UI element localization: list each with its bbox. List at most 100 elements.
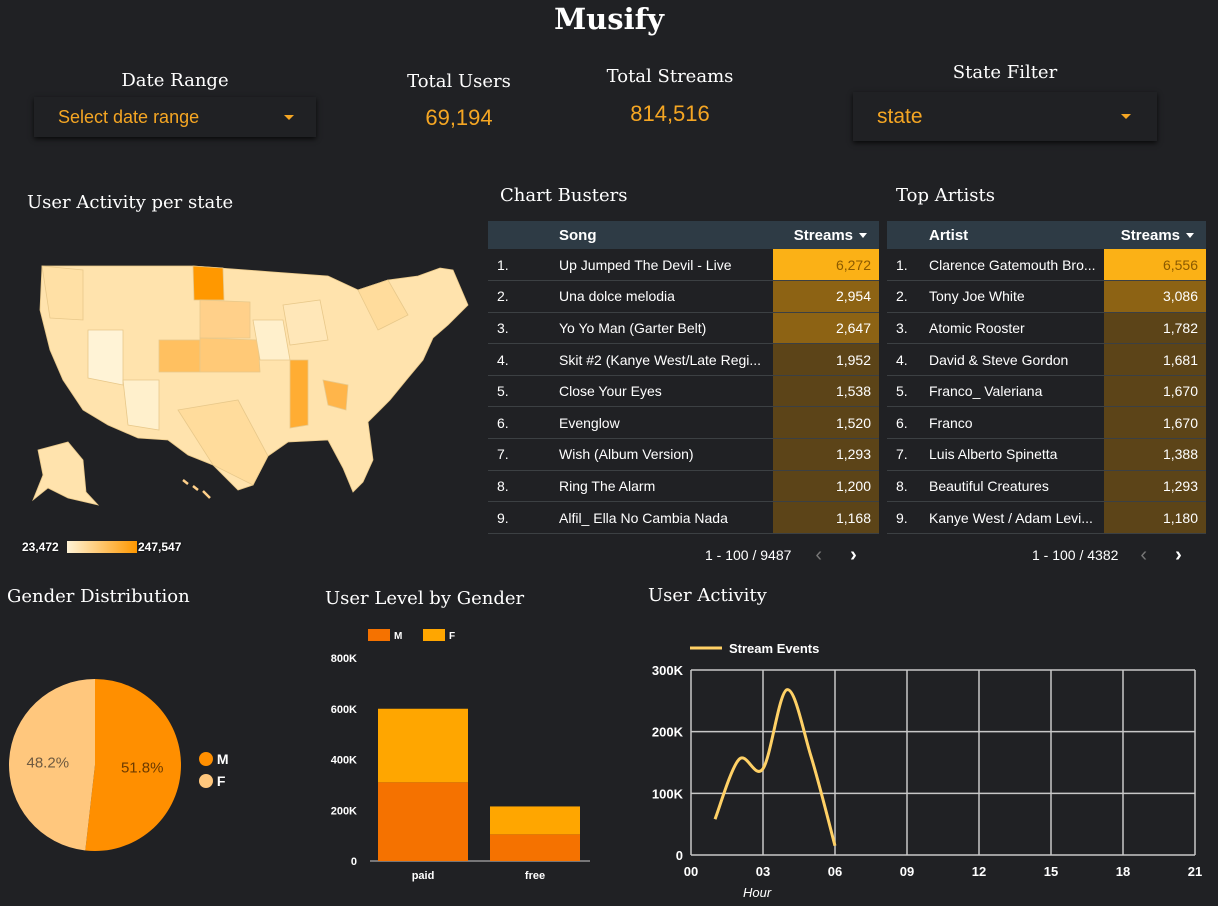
- series-line-stream-events: [713, 688, 837, 847]
- song-column-header[interactable]: Song: [550, 221, 773, 249]
- row-rank: 6.: [887, 406, 920, 440]
- map-title: User Activity per state: [27, 192, 234, 213]
- chevron-right-icon[interactable]: ›: [850, 544, 857, 567]
- legend-swatch-m: [368, 629, 390, 641]
- table-row[interactable]: 1. Clarence Gatemouth Bro... 6,556: [887, 249, 1206, 282]
- row-rank: 9.: [887, 501, 920, 534]
- table-row[interactable]: 2. Una dolce melodia 2,954: [488, 280, 879, 313]
- sort-desc-icon: [859, 233, 867, 239]
- row-rank: 8.: [488, 470, 550, 503]
- row-rank: 1.: [887, 249, 920, 282]
- total-users-label: Total Users: [407, 71, 511, 92]
- y-tick-label: 800K: [331, 653, 357, 665]
- table-row[interactable]: 5. Franco_ Valeriana 1,670: [887, 375, 1206, 408]
- row-rank: 3.: [887, 312, 920, 345]
- row-streams: 1,538: [773, 375, 879, 408]
- bar-free-m: [490, 834, 580, 861]
- table-row[interactable]: 4. David & Steve Gordon 1,681: [887, 343, 1206, 376]
- row-streams: 1,168: [773, 501, 879, 534]
- row-streams: 1,388: [1104, 438, 1206, 471]
- table-row[interactable]: 3. Yo Yo Man (Garter Belt) 2,647: [488, 312, 879, 345]
- legend-swatch-m: [199, 752, 213, 766]
- row-rank: 3.: [488, 312, 550, 345]
- top-artists-pager: 1 - 100 / 4382 ‹ ›: [1032, 544, 1182, 567]
- state-filter-label: State Filter: [952, 62, 1058, 83]
- row-name: Luis Alberto Spinetta: [920, 438, 1104, 471]
- row-streams: 6,556: [1104, 249, 1206, 282]
- row-name: Skit #2 (Kanye West/Late Regi...: [550, 343, 773, 376]
- artist-column-header[interactable]: Artist: [920, 221, 1104, 249]
- row-name: Ring The Alarm: [550, 470, 773, 503]
- pie-label-m: 51.8%: [121, 760, 164, 777]
- x-axis-label: Hour: [743, 885, 772, 900]
- date-range-label: Date Range: [121, 70, 229, 91]
- pie-label-f: 48.2%: [27, 754, 70, 771]
- row-name: Clarence Gatemouth Bro...: [920, 249, 1104, 282]
- y-tick-label: 200K: [652, 725, 684, 740]
- row-streams: 1,293: [1104, 470, 1206, 503]
- us-choropleth-map[interactable]: [28, 260, 473, 510]
- row-streams: 2,647: [773, 312, 879, 345]
- row-name: Yo Yo Man (Garter Belt): [550, 312, 773, 345]
- x-tick-label: 21: [1188, 864, 1202, 879]
- x-tick-label: 00: [684, 864, 698, 879]
- row-name: Beautiful Creatures: [920, 470, 1104, 503]
- chevron-left-icon[interactable]: ‹: [815, 544, 822, 567]
- row-streams: 1,520: [773, 406, 879, 440]
- row-streams: 3,086: [1104, 280, 1206, 313]
- chevron-right-icon[interactable]: ›: [1175, 544, 1182, 567]
- user-level-bar-chart[interactable]: M F 0 200K 400K 600K 800K paid free: [320, 620, 610, 890]
- dashboard-title: Musify: [554, 2, 664, 36]
- row-name: Franco_ Valeriana: [920, 375, 1104, 408]
- x-tick-label: free: [525, 870, 545, 882]
- chart-busters-table-wrap: Song Streams 1. Up Jumped The Devil - Liv…: [488, 221, 879, 540]
- pager-range: 1 - 100 / 4382: [1032, 547, 1119, 563]
- state-filter-dropdown[interactable]: state: [853, 92, 1157, 141]
- row-name: Close Your Eyes: [550, 375, 773, 408]
- user-activity-line-chart[interactable]: Stream Events 00 03 06 09 12 15 18 21 0 100K 200K 30…: [640, 630, 1215, 906]
- x-tick-label: 12: [972, 864, 986, 879]
- x-tick-label: 15: [1044, 864, 1058, 879]
- table-row[interactable]: 1. Up Jumped The Devil - Live 6,272: [488, 249, 879, 282]
- table-row[interactable]: 9. Kanye West / Adam Levi... 1,180: [887, 501, 1206, 534]
- row-name: Kanye West / Adam Levi...: [920, 501, 1104, 534]
- top-artists-title: Top Artists: [896, 185, 995, 206]
- chevron-left-icon[interactable]: ‹: [1140, 544, 1147, 567]
- table-row[interactable]: 7. Luis Alberto Spinetta 1,388: [887, 438, 1206, 471]
- table-row[interactable]: 8. Ring The Alarm 1,200: [488, 470, 879, 503]
- row-streams: 1,670: [1104, 406, 1206, 440]
- row-streams: 2,954: [773, 280, 879, 313]
- y-tick-label: 0: [351, 856, 357, 868]
- map-legend-min: 23,472: [22, 540, 59, 554]
- table-row[interactable]: 2. Tony Joe White 3,086: [887, 280, 1206, 313]
- user-activity-title: User Activity: [648, 585, 767, 606]
- table-row[interactable]: 3. Atomic Rooster 1,782: [887, 312, 1206, 345]
- row-streams: 6,272: [773, 249, 879, 282]
- x-tick-label: 18: [1116, 864, 1130, 879]
- row-rank: 9.: [488, 501, 550, 534]
- sort-desc-icon: [1186, 233, 1194, 239]
- bar-free-f: [490, 806, 580, 835]
- streams-column-header[interactable]: Streams: [1104, 221, 1206, 249]
- table-row[interactable]: 6. Evenglow 1,520: [488, 406, 879, 440]
- y-tick-label: 0: [676, 848, 683, 863]
- table-row[interactable]: 9. Alfil_ Ella No Cambia Nada 1,168: [488, 501, 879, 534]
- table-row[interactable]: 7. Wish (Album Version) 1,293: [488, 438, 879, 471]
- row-streams: 1,293: [773, 438, 879, 471]
- row-rank: 2.: [887, 280, 920, 313]
- legend-label-f: F: [449, 631, 455, 642]
- table-row[interactable]: 8. Beautiful Creatures 1,293: [887, 470, 1206, 503]
- streams-column-header[interactable]: Streams: [773, 221, 879, 249]
- date-range-value: Select date range: [58, 106, 200, 127]
- row-rank: 6.: [488, 406, 550, 440]
- legend-label-m: M: [394, 631, 402, 642]
- row-rank: 7.: [488, 438, 550, 471]
- row-rank: 7.: [887, 438, 920, 471]
- date-range-dropdown[interactable]: Select date range: [34, 97, 316, 137]
- table-row[interactable]: 5. Close Your Eyes 1,538: [488, 375, 879, 408]
- y-tick-label: 600K: [331, 704, 357, 716]
- y-tick-label: 100K: [652, 786, 684, 801]
- table-row[interactable]: 6. Franco 1,670: [887, 406, 1206, 440]
- table-row[interactable]: 4. Skit #2 (Kanye West/Late Regi... 1,952: [488, 343, 879, 376]
- row-streams: 1,681: [1104, 343, 1206, 376]
